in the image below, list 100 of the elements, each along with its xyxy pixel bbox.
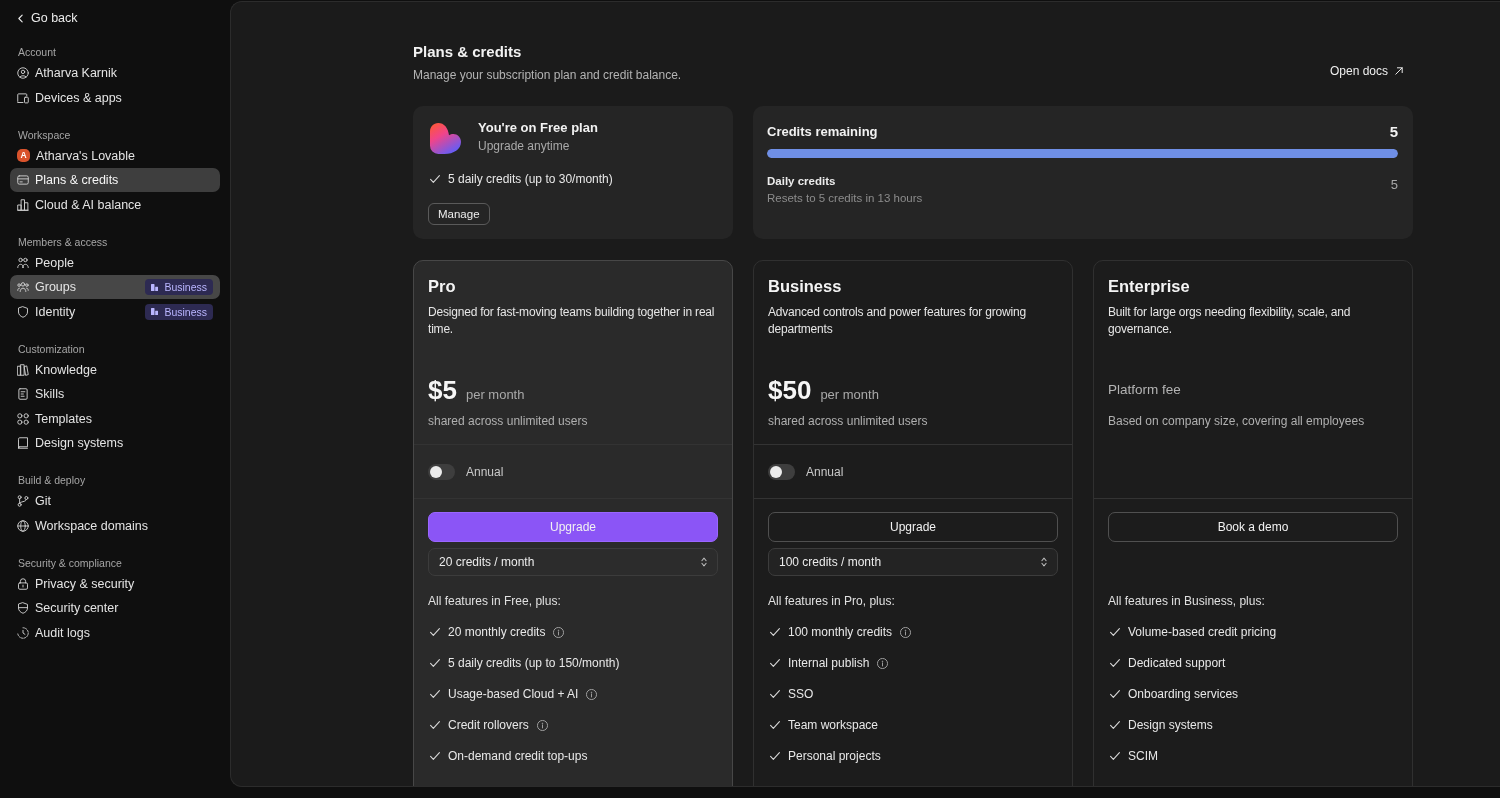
sidebar-item[interactable]: Templates xyxy=(10,406,220,431)
check-icon xyxy=(430,720,440,730)
feature-text: Volume-based credit pricing xyxy=(1128,625,1277,639)
sidebar-item[interactable]: Design systems xyxy=(10,430,220,456)
annual-toggle[interactable] xyxy=(768,463,795,480)
features-heading: All features in Business, plus: xyxy=(1108,593,1266,609)
chevron-up-down-icon xyxy=(1041,557,1047,567)
sidebar-item[interactable]: Atharva Karnik xyxy=(10,60,220,86)
price-period: per month xyxy=(820,387,879,402)
feature-text: Credit rollovers xyxy=(448,718,529,732)
page-subtitle: Manage your subscription plan and credit balance. xyxy=(413,67,682,84)
plan-action-button[interactable]: Book a demo xyxy=(1108,512,1398,542)
check-icon xyxy=(430,627,440,637)
toggle-label: Annual xyxy=(466,464,504,479)
check-icon xyxy=(770,751,780,761)
price-period: per month xyxy=(465,387,525,402)
sidebar-item[interactable]: Identity Business xyxy=(10,299,220,324)
grid-dots-icon xyxy=(17,412,29,425)
feature-text: Onboarding services xyxy=(1128,687,1239,701)
section-heading: Workspace xyxy=(17,127,72,143)
building-icon xyxy=(151,308,159,315)
check-icon xyxy=(1110,627,1120,637)
plan-price: $5 xyxy=(428,375,457,405)
bar-chart-icon xyxy=(17,198,29,211)
credits-balance: 5 xyxy=(1389,122,1398,140)
plan-price: $50 xyxy=(768,375,812,405)
check-icon xyxy=(430,658,440,668)
feature-text: Team workspace xyxy=(788,718,879,732)
sidebar-item[interactable]: People xyxy=(10,250,220,275)
features-heading: All features in Free, plus: xyxy=(428,593,562,609)
feature-text: 5 daily credits (up to 30/month) xyxy=(448,171,613,188)
feature-text: Usage-based Cloud + AI xyxy=(448,687,579,701)
sidebar-item[interactable]: Knowledge xyxy=(10,357,220,382)
annual-toggle[interactable] xyxy=(428,463,455,480)
heart-logo-icon xyxy=(430,123,461,154)
page-title: Plans & credits xyxy=(413,42,523,62)
sidebar-item[interactable]: Skills xyxy=(10,381,220,407)
check-icon xyxy=(770,627,780,637)
plan-status-title: You're on Free plan xyxy=(478,119,598,137)
feature-text: 20 monthly credits xyxy=(448,625,546,639)
price-note: Based on company size, covering all employees xyxy=(1108,413,1366,430)
feature-text: On-demand credit top-ups xyxy=(448,749,588,763)
sidebar-item[interactable]: Devices & apps xyxy=(10,85,220,110)
sidebar-item[interactable]: Security center xyxy=(10,595,220,621)
sidebar-item[interactable]: Audit logs xyxy=(10,620,220,645)
section-heading: Security & compliance xyxy=(17,555,123,571)
manage-button[interactable]: Manage xyxy=(428,203,490,225)
open-docs-link[interactable]: Open docs xyxy=(1329,63,1403,79)
features-heading: All features in Pro, plus: xyxy=(768,593,896,609)
credits-select[interactable]: 100 credits / month xyxy=(768,548,1058,576)
check-icon xyxy=(1110,658,1120,668)
shield-icon xyxy=(17,305,29,318)
check-icon xyxy=(430,174,440,184)
sidebar-item[interactable]: Groups Business xyxy=(10,274,220,300)
sidebar-item[interactable]: Workspace domains xyxy=(10,513,220,538)
people-icon xyxy=(17,256,29,269)
chevron-up-down-icon xyxy=(701,557,707,567)
check-icon xyxy=(770,689,780,699)
fee-label: Platform fee xyxy=(1108,381,1181,399)
shield-line-icon xyxy=(17,602,29,614)
check-icon xyxy=(1110,720,1120,730)
check-icon xyxy=(1110,751,1120,761)
plan-status-subtitle: Upgrade anytime xyxy=(478,138,571,155)
sidebar-item[interactable]: A Atharva's Lovable xyxy=(10,143,220,168)
user-circle-icon xyxy=(17,67,29,79)
plan-action-button[interactable]: Upgrade xyxy=(428,512,718,542)
section-heading: Members & access xyxy=(17,234,109,250)
feature-text: 5 daily credits (up to 150/month) xyxy=(448,656,620,670)
daily-credits-note: Resets to 5 credits in 13 hours xyxy=(767,191,923,206)
sidebar-item[interactable]: Plans & credits xyxy=(10,167,220,193)
section-heading: Build & deploy xyxy=(17,473,87,488)
sidebar-item[interactable]: Cloud & AI balance xyxy=(10,192,220,217)
plan-action-button[interactable]: Upgrade xyxy=(768,512,1058,542)
feature-text: Design systems xyxy=(1128,718,1213,732)
plan-description: Built for large orgs needing flexibility, scale, and governance. xyxy=(1108,304,1352,338)
sidebar-item[interactable]: Privacy & security xyxy=(10,571,220,596)
building-icon xyxy=(151,283,159,291)
check-icon xyxy=(430,751,440,761)
sidebar-item[interactable]: Git xyxy=(10,488,220,514)
credits-select[interactable]: 20 credits / month xyxy=(428,548,718,576)
workspace-avatar: A xyxy=(17,149,30,162)
tier-label: Business xyxy=(164,305,207,318)
credits-title: Credits remaining xyxy=(767,123,878,139)
globe-icon xyxy=(17,519,29,532)
group-icon xyxy=(17,281,29,293)
toggle-label: Annual xyxy=(806,464,844,479)
feature-text: SSO xyxy=(788,687,814,701)
section-heading: Account xyxy=(17,45,57,60)
feature-text: 100 monthly credits xyxy=(788,625,893,639)
go-back-link[interactable]: Go back xyxy=(10,8,78,28)
feature-text: SCIM xyxy=(1128,749,1158,763)
check-icon xyxy=(770,658,780,668)
daily-credits-value: 5 xyxy=(1390,177,1398,194)
devices-icon xyxy=(17,91,29,104)
plan-name: Enterprise xyxy=(1108,276,1191,296)
plan-description: Designed for fast-moving teams building together in real time. xyxy=(428,304,716,338)
feature-text: Personal projects xyxy=(788,749,881,763)
check-icon xyxy=(1110,689,1120,699)
price-note: shared across unlimited users xyxy=(768,413,929,430)
lock-icon xyxy=(17,577,29,590)
